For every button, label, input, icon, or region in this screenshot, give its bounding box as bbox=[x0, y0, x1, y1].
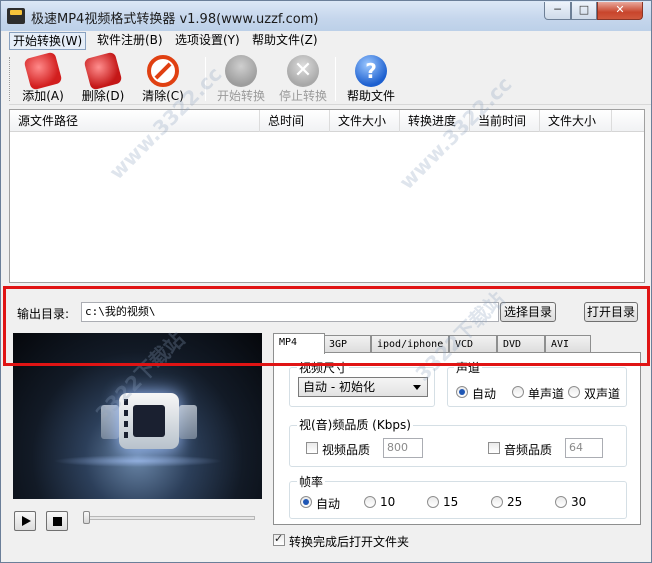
no-entry-icon bbox=[147, 55, 179, 87]
tab-3gp[interactable]: 3GP bbox=[323, 335, 371, 353]
video-quality-label: 视频品质 bbox=[322, 443, 371, 457]
title-bar[interactable]: 极速MP4视频格式转换器 v1.98(www.uzzf.com) ─ □ ✕ bbox=[1, 1, 651, 31]
window-title: 极速MP4视频格式转换器 v1.98(www.uzzf.com) bbox=[31, 12, 319, 27]
framerate-30-radio[interactable] bbox=[555, 496, 567, 508]
column-header-progress[interactable]: 转换进度 bbox=[400, 110, 470, 132]
column-header-total-time[interactable]: 总时间 bbox=[260, 110, 330, 132]
video-quality-checkbox[interactable] bbox=[306, 442, 318, 454]
audio-quality-input[interactable]: 64 bbox=[565, 438, 603, 458]
preview-film-frame-left bbox=[101, 405, 119, 439]
framerate-auto-radio[interactable] bbox=[300, 496, 312, 508]
add-button[interactable]: 添加(A) bbox=[19, 51, 67, 105]
delete-button[interactable]: 删除(D) bbox=[79, 51, 127, 105]
help-question-icon: ? bbox=[355, 55, 387, 87]
start-convert-label: 开始转换 bbox=[216, 89, 265, 103]
video-size-title: 视频尺寸 bbox=[297, 359, 350, 376]
clear-button[interactable]: 清除(C) bbox=[139, 53, 187, 105]
tab-ipod-iphone[interactable]: ipod/iphone bbox=[371, 335, 449, 353]
app-window: 极速MP4视频格式转换器 v1.98(www.uzzf.com) ─ □ ✕ 开… bbox=[0, 0, 652, 563]
format-tabs: MP4 3GP ipod/iphone VCD DVD AVI bbox=[273, 333, 641, 354]
channel-mono-radio[interactable] bbox=[512, 386, 524, 398]
open-folder-after-checkbox[interactable] bbox=[273, 532, 285, 546]
channel-stereo-label: 双声道 bbox=[584, 387, 621, 401]
column-header-source-path[interactable]: 源文件路径 bbox=[10, 110, 260, 132]
seek-thumb[interactable] bbox=[83, 511, 90, 524]
help-label: 帮助文件 bbox=[346, 89, 395, 103]
open-folder-after-label: 转换完成后打开文件夹 bbox=[289, 535, 410, 549]
stop-convert-button[interactable]: ✕ 停止转换 bbox=[279, 53, 327, 105]
tab-mp4[interactable]: MP4 bbox=[273, 333, 325, 354]
video-size-select[interactable]: 自动 - 初始化 bbox=[298, 377, 428, 397]
menu-help[interactable]: 帮助文件(Z) bbox=[249, 32, 321, 50]
file-list[interactable]: 源文件路径 总时间 文件大小 转换进度 当前时间 文件大小 bbox=[9, 109, 645, 283]
column-header-output-size[interactable]: 文件大小 bbox=[540, 110, 612, 132]
tab-avi[interactable]: AVI bbox=[545, 335, 591, 353]
stop-convert-label: 停止转换 bbox=[278, 89, 327, 103]
framerate-25-label: 25 bbox=[507, 495, 523, 509]
stop-x-icon: ✕ bbox=[287, 55, 319, 87]
stop-playback-button[interactable] bbox=[46, 511, 68, 531]
framerate-10-label: 10 bbox=[380, 495, 396, 509]
seek-bar[interactable] bbox=[85, 516, 255, 520]
framerate-10-radio[interactable] bbox=[364, 496, 376, 508]
toolbar-separator bbox=[335, 57, 336, 101]
toolbar: 添加(A) 删除(D) 清除(C) 开始转换 ✕ 停止转换 ? 帮助文件 bbox=[9, 51, 651, 105]
audio-quality-checkbox[interactable] bbox=[488, 442, 500, 454]
delete-eraser-icon bbox=[83, 51, 123, 91]
framerate-auto-label: 自动 bbox=[316, 497, 341, 511]
output-dir-label: 输出目录: bbox=[17, 307, 70, 321]
channel-auto-label: 自动 bbox=[472, 387, 497, 401]
output-dir-input[interactable]: c:\我的视频\ bbox=[81, 302, 499, 322]
framerate-25-radio[interactable] bbox=[491, 496, 503, 508]
user-icon bbox=[225, 55, 257, 87]
menu-bar: 开始转换(W) 软件注册(B) 选项设置(Y) 帮助文件(Z) bbox=[1, 31, 651, 51]
maximize-button[interactable]: □ bbox=[571, 2, 597, 20]
column-header-file-size[interactable]: 文件大小 bbox=[330, 110, 400, 132]
close-button[interactable]: ✕ bbox=[597, 2, 643, 20]
audio-quality-label: 音频品质 bbox=[504, 443, 553, 457]
tab-vcd[interactable]: VCD bbox=[449, 335, 497, 353]
toolbar-grip[interactable] bbox=[9, 57, 12, 101]
app-logo-icon bbox=[7, 8, 25, 24]
tab-dvd[interactable]: DVD bbox=[497, 335, 545, 353]
channel-mono-label: 单声道 bbox=[528, 387, 565, 401]
clear-label: 清除(C) bbox=[142, 89, 184, 103]
framerate-15-label: 15 bbox=[443, 495, 459, 509]
open-dir-button[interactable]: 打开目录 bbox=[584, 302, 638, 322]
toolbar-separator bbox=[205, 57, 206, 101]
video-preview bbox=[13, 333, 262, 499]
framerate-30-label: 30 bbox=[571, 495, 587, 509]
audio-channel-title: 声道 bbox=[454, 359, 483, 376]
column-header-current-time[interactable]: 当前时间 bbox=[470, 110, 540, 132]
play-button[interactable] bbox=[14, 511, 36, 531]
preview-film-frame-right bbox=[179, 405, 197, 439]
preview-glow bbox=[53, 455, 223, 467]
menu-options[interactable]: 选项设置(Y) bbox=[172, 32, 243, 50]
delete-label: 删除(D) bbox=[81, 89, 125, 103]
minimize-button[interactable]: ─ bbox=[544, 2, 571, 20]
file-list-header: 源文件路径 总时间 文件大小 转换进度 当前时间 文件大小 bbox=[10, 110, 644, 132]
channel-stereo-radio[interactable] bbox=[568, 386, 580, 398]
add-eraser-icon bbox=[23, 51, 63, 91]
menu-start-convert[interactable]: 开始转换(W) bbox=[9, 32, 87, 50]
channel-auto-radio[interactable] bbox=[456, 386, 468, 398]
film-strip-icon bbox=[119, 393, 179, 449]
framerate-title: 帧率 bbox=[297, 473, 326, 490]
choose-dir-button[interactable]: 选择目录 bbox=[500, 302, 556, 322]
quality-title: 视(音)频品质 (Kbps) bbox=[297, 416, 413, 433]
start-convert-button[interactable]: 开始转换 bbox=[217, 53, 265, 105]
help-button[interactable]: ? 帮助文件 bbox=[347, 53, 395, 105]
video-quality-input[interactable]: 800 bbox=[383, 438, 423, 458]
menu-register[interactable]: 软件注册(B) bbox=[94, 32, 166, 50]
add-label: 添加(A) bbox=[22, 89, 64, 103]
framerate-15-radio[interactable] bbox=[427, 496, 439, 508]
